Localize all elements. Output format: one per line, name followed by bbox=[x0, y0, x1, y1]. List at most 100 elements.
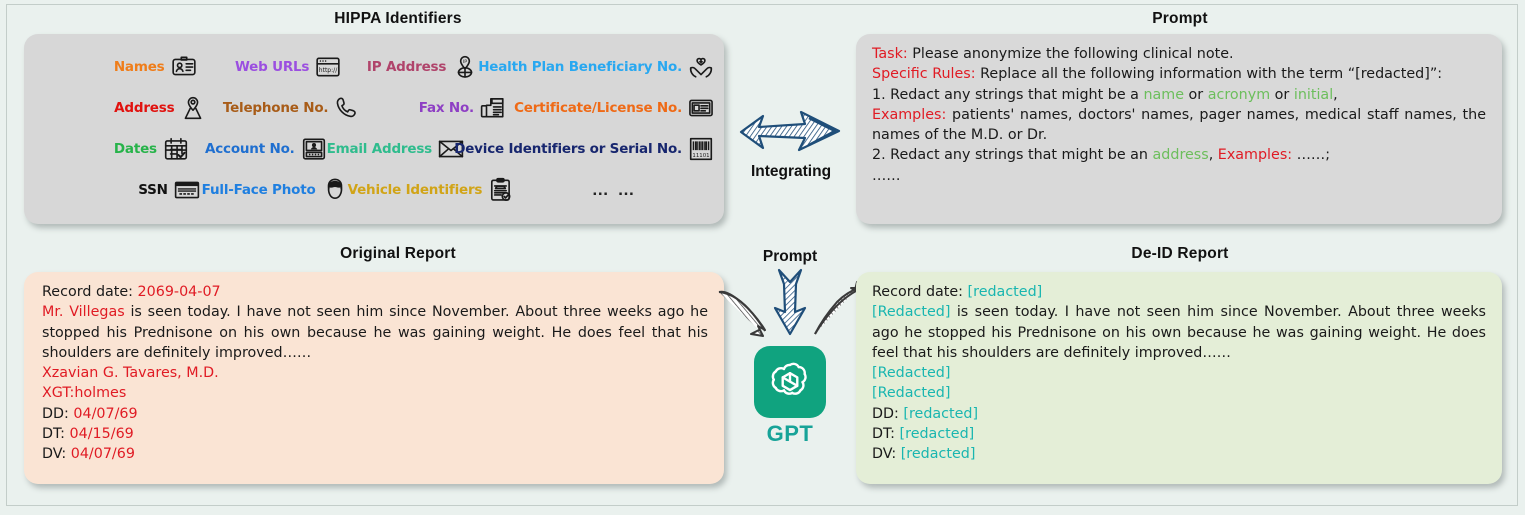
hippa-identifier-label: Account No. bbox=[204, 141, 295, 157]
hippa-identifier-label: Health Plan Beneficiary No. bbox=[478, 59, 683, 75]
hippa-identifier-item[interactable]: Address bbox=[40, 95, 206, 121]
prompt-segment: name bbox=[1143, 86, 1185, 103]
gpt-block: Prompt GPT bbox=[718, 248, 862, 447]
prompt-segment: 1. Redact any strings that might be a bbox=[872, 86, 1144, 103]
hippa-identifier-item[interactable]: IP Address IP bbox=[341, 54, 478, 80]
hippa-row: SSN Full-Face Photo Vehicle Identifiers … … bbox=[40, 171, 714, 209]
prompt-segment: …… bbox=[872, 167, 901, 184]
deid-report-segment: [Redacted] bbox=[872, 385, 951, 402]
prompt-segment: Task: bbox=[872, 46, 908, 62]
deid-report-segment: [redacted] bbox=[900, 446, 976, 463]
hippa-identifier-item[interactable]: Web URLs http:// bbox=[197, 54, 342, 80]
prompt-segment: or bbox=[1184, 86, 1208, 103]
curved-arrow-out-right-icon bbox=[814, 281, 862, 335]
openai-logo-icon bbox=[754, 346, 826, 418]
id-card-icon bbox=[171, 54, 197, 80]
hippa-identifier-label: Dates bbox=[113, 141, 157, 157]
hippa-identifier-label: Email Address bbox=[326, 141, 433, 157]
calendar-check-icon bbox=[163, 136, 189, 162]
hippa-identifier-item[interactable]: Email Address bbox=[327, 136, 464, 162]
hippa-identifier-item[interactable]: Dates bbox=[40, 136, 189, 162]
hippa-identifier-label: Certificate/License No. bbox=[514, 100, 683, 116]
vehicle-clipboard-icon bbox=[488, 177, 514, 203]
deid-report-segment: [redacted] bbox=[903, 405, 979, 422]
integrating-label: Integrating bbox=[750, 163, 832, 180]
down-arrow-icon bbox=[773, 268, 807, 336]
hippa-identifier-item[interactable]: Account No. bbox=[189, 136, 327, 162]
original-report-segment: DD: bbox=[42, 405, 74, 422]
prompt-segment: , bbox=[1333, 86, 1338, 103]
hippa-identifier-item[interactable]: Vehicle Identifiers bbox=[348, 177, 515, 203]
hippa-identifier-label: IP Address bbox=[366, 59, 447, 75]
deid-report-title: De-ID Report bbox=[1131, 245, 1229, 262]
original-report-dt: DT: 04/15/69 bbox=[42, 424, 708, 444]
deid-report-segment: DV: bbox=[872, 446, 901, 463]
svg-text:IP: IP bbox=[463, 59, 467, 65]
original-report-segment: DT: bbox=[42, 426, 70, 443]
original-report-dv: DV: 04/07/69 bbox=[42, 444, 708, 464]
prompt-task: Task: Please anonymize the following cli… bbox=[872, 44, 1486, 64]
deid-report-narrative: [Redacted] is seen today. I have not see… bbox=[872, 302, 1486, 363]
deid-report-segment: DD: bbox=[872, 405, 904, 422]
original-report-segment: 04/15/69 bbox=[69, 426, 134, 443]
deid-report-segment: [Redacted] bbox=[872, 365, 951, 382]
hippa-identifier-item[interactable]: Device Identifiers or Serial No. 11101 bbox=[454, 136, 714, 162]
deid-report-segment: [redacted] bbox=[899, 426, 975, 443]
deid-report-dd: DD: [redacted] bbox=[872, 404, 1486, 424]
prompt-segment: 2. Redact any strings that might be an bbox=[872, 147, 1153, 164]
prompt-segment: Examples: bbox=[872, 106, 947, 123]
prompt-segment: initial bbox=[1293, 86, 1334, 103]
hippa-identifier-item[interactable]: Certificate/License No. bbox=[506, 95, 714, 121]
hippa-identifier-item[interactable]: SSN bbox=[40, 177, 200, 203]
hippa-identifier-item[interactable]: Telephone No. bbox=[206, 95, 360, 121]
hippa-identifier-label: Device Identifiers or Serial No. bbox=[454, 141, 682, 157]
original-report-segment: Mr. Villegas bbox=[42, 304, 125, 321]
hippa-identifier-label: Web URLs bbox=[234, 59, 310, 75]
hippa-identifier-label: SSN bbox=[138, 182, 168, 198]
deid-report-segment: [Redacted] bbox=[872, 304, 951, 321]
svg-text:http://: http:// bbox=[319, 67, 338, 74]
original-report-segment: XGT:holmes bbox=[42, 385, 127, 402]
barcode-icon: 11101 bbox=[688, 136, 714, 162]
original-report-text: Record date: 2069-04-07 Mr. Villegas is s… bbox=[42, 282, 708, 465]
prompt-text: Task: Please anonymize the following cli… bbox=[872, 44, 1486, 186]
original-report-segment: Record date: bbox=[42, 284, 138, 300]
deid-report-text: Record date: [redacted] [Redacted] is see… bbox=[872, 282, 1486, 465]
integrating-arrow-block: Integrating bbox=[737, 110, 845, 181]
prompt-examples-1: Examples: patients' names, doctors' name… bbox=[872, 105, 1486, 146]
prompt-rule-2: 2. Redact any strings that might be an a… bbox=[872, 145, 1486, 165]
prompt-segment: address bbox=[1152, 147, 1209, 164]
deid-report-initials: [Redacted] bbox=[872, 383, 1486, 403]
ssn-card-icon bbox=[174, 177, 200, 203]
hippa-identifier-item[interactable]: Fax No. bbox=[360, 95, 506, 121]
ip-location-pin-icon: IP bbox=[452, 54, 478, 80]
face-portrait-icon bbox=[322, 177, 348, 203]
hippa-section-title: HIPPA Identifiers bbox=[334, 10, 462, 27]
prompt-segment: ……; bbox=[1292, 147, 1331, 164]
hippa-identifiers-panel: Names Web URLs http:// IP Address IP Health P… bbox=[24, 34, 724, 224]
gpt-input-arrows bbox=[718, 268, 862, 337]
prompt-section-title: Prompt bbox=[1152, 10, 1208, 27]
original-report-dd: DD: 04/07/69 bbox=[42, 404, 708, 424]
heart-in-hands-icon bbox=[688, 54, 714, 80]
hippa-ellipsis: … … bbox=[591, 180, 637, 199]
map-pin-icon bbox=[180, 95, 206, 121]
original-report-initials: XGT:holmes bbox=[42, 383, 708, 403]
original-report-segment: is seen today. I have not seen him since… bbox=[42, 304, 708, 361]
deid-report-record-date: Record date: [redacted] bbox=[872, 282, 1486, 302]
fax-machine-icon bbox=[480, 95, 506, 121]
hippa-identifier-label: Address bbox=[114, 100, 175, 116]
hippa-identifier-item[interactable]: Full-Face Photo bbox=[200, 177, 348, 203]
deid-report-dv: DV: [redacted] bbox=[872, 444, 1486, 464]
prompt-segment: acronym bbox=[1207, 86, 1271, 103]
hippa-identifier-item[interactable]: Health Plan Beneficiary No. bbox=[478, 54, 714, 80]
hippa-identifier-item[interactable]: Names bbox=[40, 54, 197, 80]
hippa-row: Dates Account No. Email Address Device Iden… bbox=[40, 130, 714, 168]
hippa-identifier-label: Fax No. bbox=[418, 100, 474, 116]
gpt-prompt-label: Prompt bbox=[762, 248, 818, 265]
hippa-identifier-label: Full-Face Photo bbox=[201, 182, 316, 198]
hippa-identifier-label: Telephone No. bbox=[222, 100, 329, 116]
prompt-segment: Please anonymize the following clinical … bbox=[907, 46, 1234, 62]
prompt-panel: Task: Please anonymize the following cli… bbox=[856, 34, 1502, 224]
original-report-narrative: Mr. Villegas is seen today. I have not s… bbox=[42, 302, 708, 363]
